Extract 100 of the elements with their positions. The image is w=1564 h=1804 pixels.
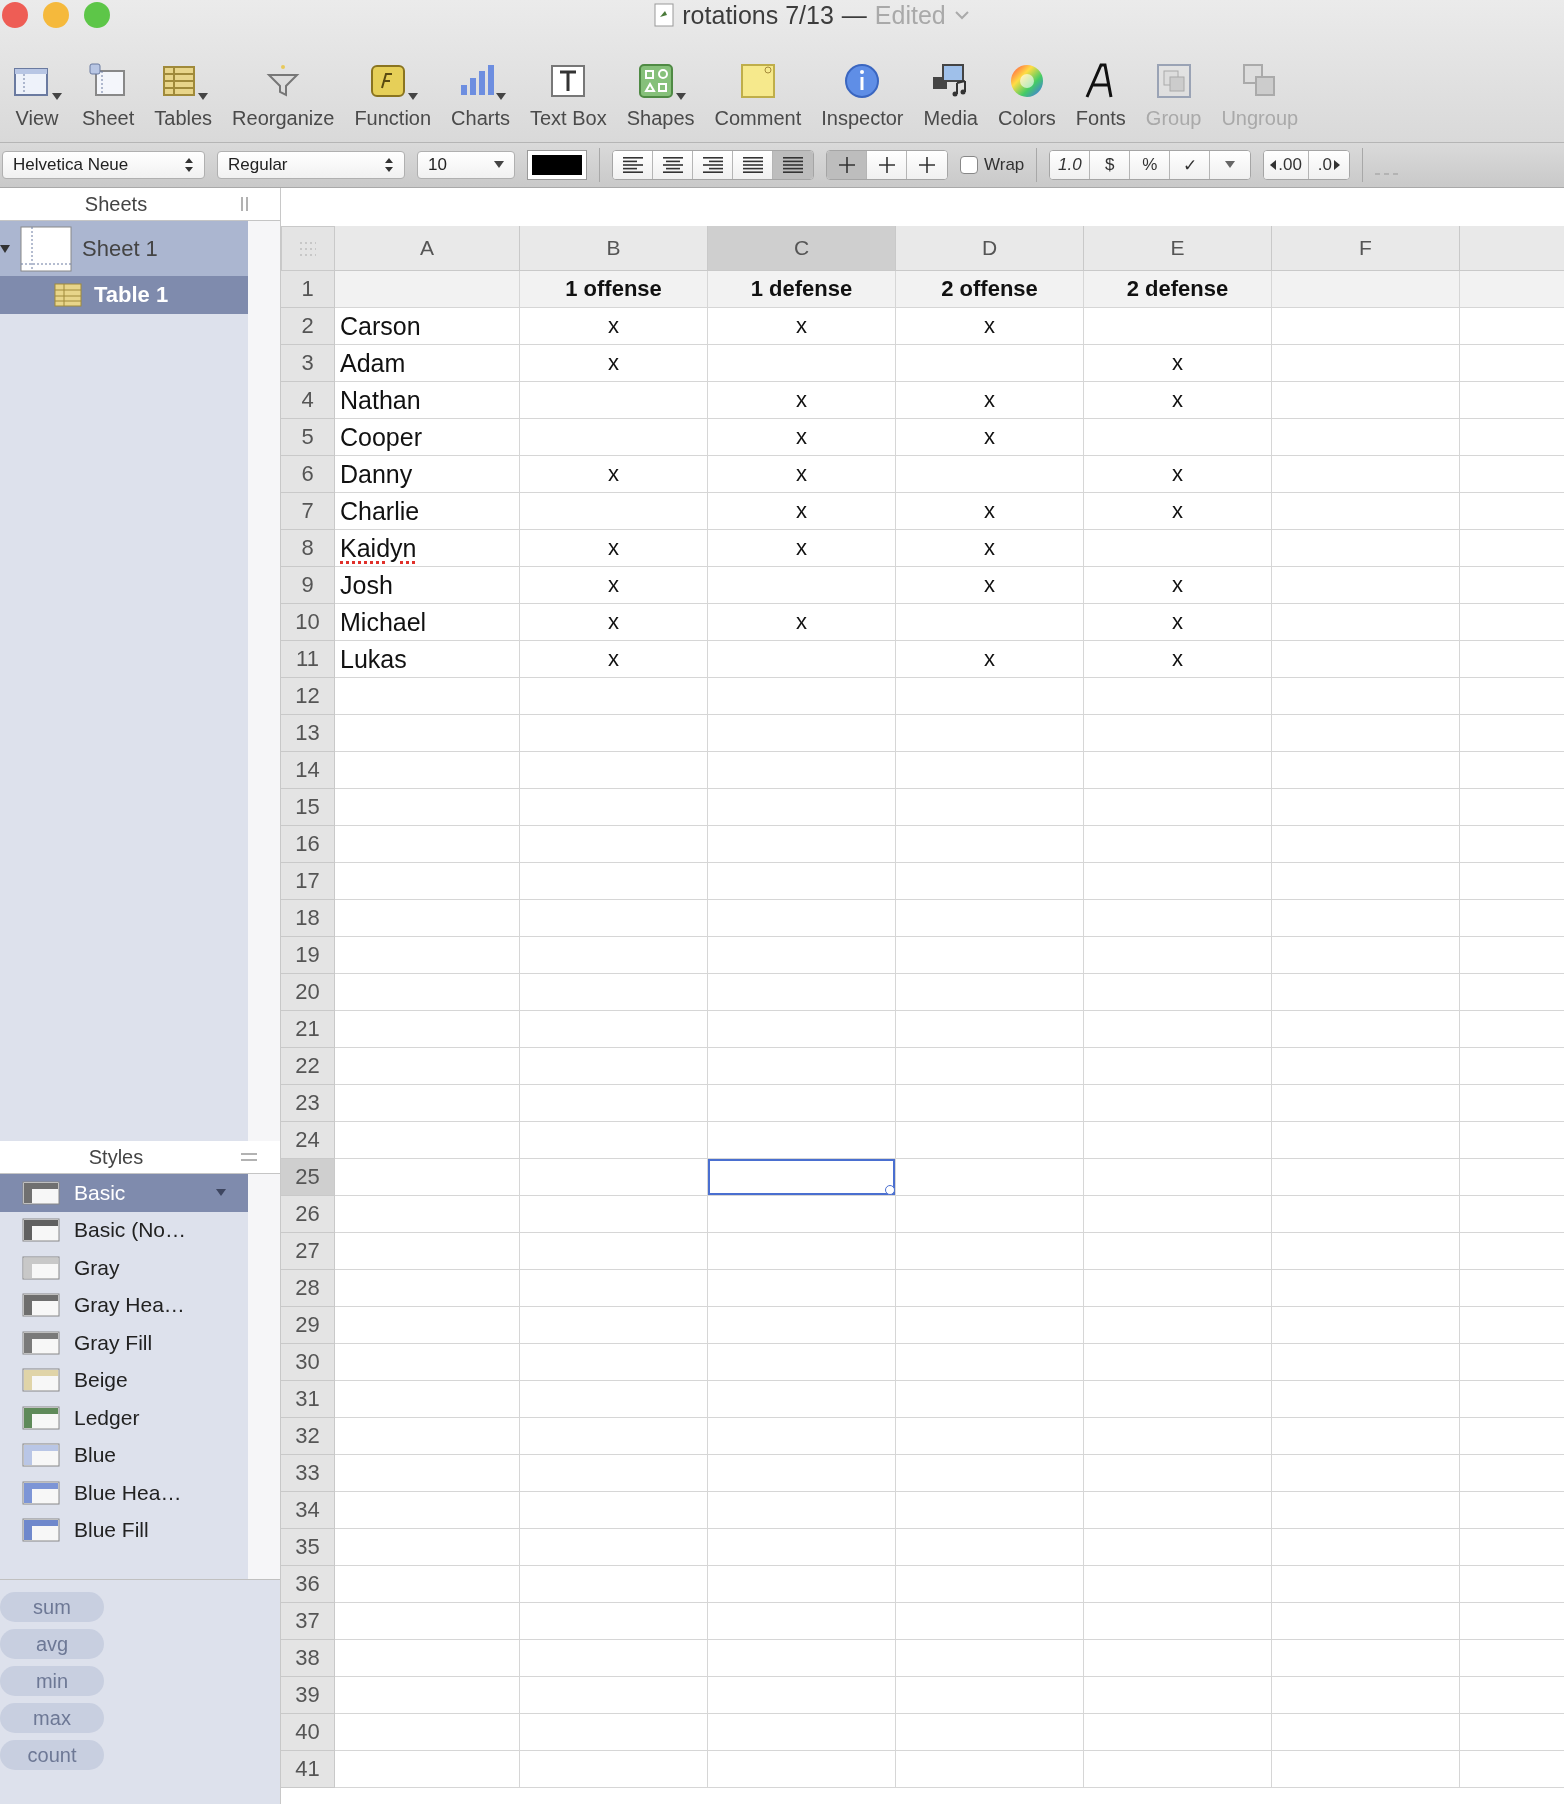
- row-header[interactable]: 4: [281, 382, 335, 419]
- row-header[interactable]: 1: [281, 271, 335, 308]
- row-header[interactable]: 29: [281, 1307, 335, 1344]
- row-header[interactable]: 16: [281, 826, 335, 863]
- row-header[interactable]: 41: [281, 1751, 335, 1788]
- table-style-item[interactable]: Gray Fill: [0, 1324, 248, 1362]
- align-button[interactable]: [693, 151, 733, 179]
- align-button[interactable]: [613, 151, 653, 179]
- column-header[interactable]: A: [335, 226, 520, 271]
- row-header[interactable]: 5: [281, 419, 335, 456]
- toolbar-button[interactable]: View: [2, 57, 72, 130]
- column-header[interactable]: F: [1272, 226, 1460, 271]
- decimal-button[interactable]: .0: [1308, 151, 1349, 179]
- wrap-checkbox[interactable]: Wrap: [960, 155, 1025, 175]
- table-style-item[interactable]: Gray Hea…: [0, 1286, 248, 1324]
- vertical-align-button[interactable]: [827, 151, 867, 179]
- toolbar-button[interactable]: Colors: [988, 57, 1066, 130]
- table-style-item[interactable]: Basic (No…: [0, 1211, 248, 1249]
- format-menu-button[interactable]: [1210, 151, 1251, 179]
- vertical-align-button[interactable]: [867, 151, 907, 179]
- row-header[interactable]: 8: [281, 530, 335, 567]
- resize-handle-icon[interactable]: [240, 1152, 258, 1162]
- toolbar-button[interactable]: Inspector: [811, 57, 914, 130]
- toolbar-button[interactable]: Comment: [704, 57, 812, 130]
- row-header[interactable]: 25: [281, 1159, 335, 1196]
- toolbar-button[interactable]: Text Box: [520, 57, 617, 130]
- toolbar-button[interactable]: Charts: [441, 57, 520, 130]
- table-style-item[interactable]: Beige: [0, 1361, 248, 1399]
- font-size-field[interactable]: 10: [417, 151, 515, 179]
- row-header[interactable]: 11: [281, 641, 335, 678]
- table-style-item[interactable]: Blue: [0, 1436, 248, 1474]
- row-header[interactable]: 10: [281, 604, 335, 641]
- close-button[interactable]: [2, 2, 28, 28]
- row-header[interactable]: 15: [281, 789, 335, 826]
- row-header[interactable]: 33: [281, 1455, 335, 1492]
- table-style-item[interactable]: Ledger: [0, 1399, 248, 1437]
- row-header[interactable]: 23: [281, 1085, 335, 1122]
- row-header[interactable]: 13: [281, 715, 335, 752]
- fill-handle[interactable]: [885, 1185, 895, 1195]
- decimal-button[interactable]: .00: [1264, 151, 1309, 179]
- row-header[interactable]: 37: [281, 1603, 335, 1640]
- table-style-item[interactable]: Blue Hea…: [0, 1474, 248, 1512]
- toolbar-button[interactable]: Media: [913, 57, 988, 130]
- row-header[interactable]: 12: [281, 678, 335, 715]
- sheet-item[interactable]: Sheet 1: [0, 221, 248, 276]
- row-header[interactable]: 19: [281, 937, 335, 974]
- column-header[interactable]: D: [896, 226, 1084, 271]
- row-header[interactable]: 34: [281, 1492, 335, 1529]
- row-header[interactable]: 18: [281, 900, 335, 937]
- edited-status: Edited: [874, 0, 946, 30]
- row-header[interactable]: 14: [281, 752, 335, 789]
- toolbar-button[interactable]: Shapes: [616, 57, 705, 130]
- row-header[interactable]: 40: [281, 1714, 335, 1751]
- row-header[interactable]: 24: [281, 1122, 335, 1159]
- row-header[interactable]: 7: [281, 493, 335, 530]
- align-button[interactable]: [653, 151, 693, 179]
- row-header[interactable]: 3: [281, 345, 335, 382]
- table-item[interactable]: Table 1: [0, 276, 248, 314]
- number-format-button[interactable]: 1.0: [1050, 151, 1091, 179]
- row-header[interactable]: 27: [281, 1233, 335, 1270]
- column-header[interactable]: C: [708, 226, 896, 271]
- row-header[interactable]: 21: [281, 1011, 335, 1048]
- row-header[interactable]: 22: [281, 1048, 335, 1085]
- text-color-well[interactable]: [527, 150, 587, 180]
- row-header[interactable]: 38: [281, 1640, 335, 1677]
- column-header[interactable]: B: [520, 226, 708, 271]
- font-family-select[interactable]: Helvetica Neue: [2, 151, 205, 179]
- row-header[interactable]: 31: [281, 1381, 335, 1418]
- resize-handle-icon[interactable]: [240, 196, 250, 212]
- table-cell: x: [708, 530, 896, 567]
- row-header[interactable]: 6: [281, 456, 335, 493]
- column-header[interactable]: E: [1084, 226, 1272, 271]
- align-button[interactable]: [733, 151, 773, 179]
- table-style-item[interactable]: Blue Fill: [0, 1511, 248, 1549]
- row-header[interactable]: 39: [281, 1677, 335, 1714]
- table-style-item[interactable]: Basic: [0, 1174, 248, 1212]
- row-header[interactable]: 36: [281, 1566, 335, 1603]
- toolbar-button[interactable]: Tables: [144, 57, 223, 130]
- number-format-button[interactable]: ✓: [1170, 151, 1211, 179]
- row-header[interactable]: 20: [281, 974, 335, 1011]
- toolbar-button[interactable]: Reorganize: [222, 57, 345, 130]
- font-style-select[interactable]: Regular: [217, 151, 405, 179]
- toolbar-button[interactable]: Sheet: [72, 57, 145, 130]
- row-header[interactable]: 17: [281, 863, 335, 900]
- row-header[interactable]: 2: [281, 308, 335, 345]
- table-style-item[interactable]: Gray: [0, 1249, 248, 1287]
- vertical-align-button[interactable]: [907, 151, 947, 179]
- disclosure-icon[interactable]: [0, 243, 10, 254]
- table-handle[interactable]: [281, 226, 335, 271]
- toolbar-button[interactable]: Fonts: [1065, 57, 1136, 130]
- auto-align-button[interactable]: [773, 151, 813, 179]
- number-format-button[interactable]: $: [1090, 151, 1131, 179]
- row-header[interactable]: 9: [281, 567, 335, 604]
- number-format-button[interactable]: %: [1130, 151, 1171, 179]
- row-header[interactable]: 32: [281, 1418, 335, 1455]
- row-header[interactable]: 30: [281, 1344, 335, 1381]
- toolbar-button[interactable]: Function: [344, 57, 442, 130]
- row-header[interactable]: 26: [281, 1196, 335, 1233]
- row-header[interactable]: 28: [281, 1270, 335, 1307]
- row-header[interactable]: 35: [281, 1529, 335, 1566]
